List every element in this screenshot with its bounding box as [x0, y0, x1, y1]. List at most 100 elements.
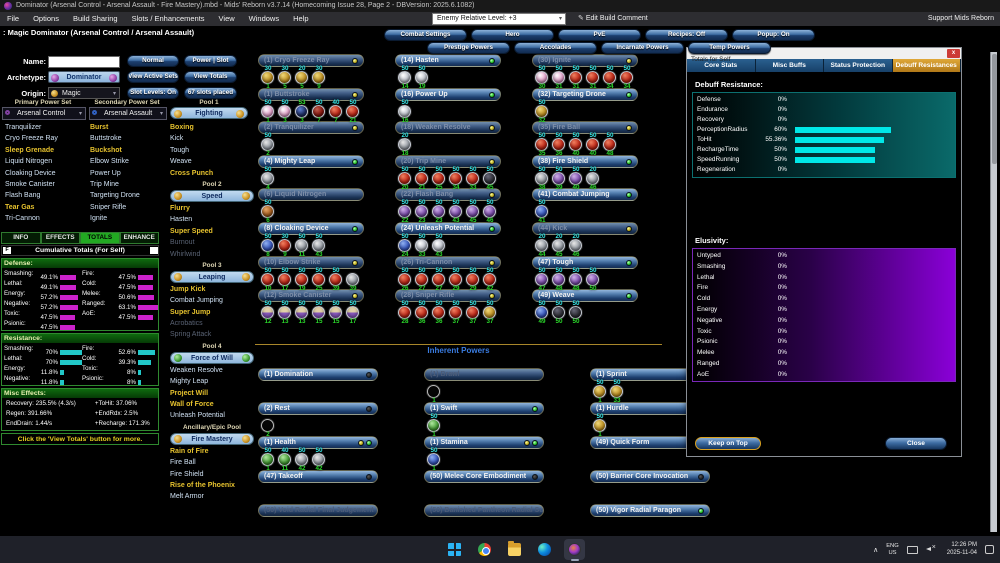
power-led-yellow[interactable] — [489, 293, 495, 299]
power-bar[interactable]: (2) Rest — [258, 402, 378, 415]
power-bar[interactable]: (50) Vigor Radial Paragon — [590, 504, 710, 517]
enh-slot[interactable]: 5036 — [431, 302, 448, 323]
power-led-green[interactable] — [698, 508, 704, 514]
enh-slot[interactable]: 5025 — [311, 269, 328, 290]
enh-slot[interactable]: 2046 — [585, 168, 602, 189]
power-item-sniper-rifle[interactable]: Sniper Rifle — [90, 202, 174, 213]
power-led-yellow[interactable] — [626, 226, 632, 232]
enh-slot[interactable]: 5030 — [534, 67, 551, 88]
chrome-button[interactable] — [474, 539, 495, 560]
power-led-yellow[interactable] — [489, 125, 495, 131]
power-led-green[interactable] — [352, 226, 358, 232]
power-38-fire-shield[interactable]: (38) Fire Shield5038503950402046 — [532, 155, 638, 188]
enh-slot[interactable]: 5019 — [294, 269, 311, 290]
power-item-melt-armor[interactable]: Melt Armor — [170, 491, 254, 502]
mids-reborn-taskbar-button[interactable] — [564, 539, 585, 560]
button-pve[interactable]: PvE — [558, 29, 641, 41]
power-slot-button[interactable]: Power | Slot — [184, 55, 237, 67]
power-49-weave[interactable]: (49) Weave504950505050 — [532, 289, 638, 322]
button-accolades[interactable]: Accolades — [514, 42, 597, 54]
enh-slot[interactable]: 5042 — [482, 269, 499, 290]
power-item-weave[interactable]: Weave — [170, 156, 254, 167]
enh-slot[interactable]: 5016 — [397, 101, 414, 122]
enh-slot[interactable]: 5010 — [260, 269, 277, 290]
enh-slot[interactable]: 5048 — [568, 269, 585, 290]
enh-slot[interactable]: 506 — [260, 201, 277, 222]
enh-slot[interactable]: 5034 — [448, 168, 465, 189]
enh-slot[interactable]: 5032 — [534, 101, 551, 122]
enh-slot[interactable]: 5033 — [414, 235, 431, 256]
power-item-cloaking-device[interactable]: Cloaking Device — [5, 168, 89, 179]
power-32-targeting-drone[interactable]: (32) Targeting Drone5032 — [532, 88, 638, 121]
power-item-smoke-canister[interactable]: Smoke Canister — [5, 179, 89, 190]
power-led-green[interactable] — [489, 226, 495, 232]
menu-slots-enhancements[interactable]: Slots / Enhancements — [125, 12, 212, 26]
power-item-fire-ball[interactable]: Fire Ball — [170, 457, 254, 468]
power-led-yellow[interactable] — [489, 260, 495, 266]
enh-slot[interactable]: 5033 — [609, 381, 626, 402]
view-totals-button[interactable]: View Totals — [184, 71, 237, 83]
enh-slot[interactable]: 5039 — [551, 168, 568, 189]
enh-slot[interactable]: 305 — [277, 67, 294, 88]
power-led-yellow[interactable] — [358, 440, 364, 446]
power-bar[interactable]: (50) Barrier Core Invocation — [590, 470, 710, 483]
menu-windows[interactable]: Windows — [242, 12, 286, 26]
view-active-sets-button[interactable]: View Active Sets — [127, 71, 179, 83]
power-item-weaken-resolve[interactable]: Weaken Resolve — [170, 365, 254, 376]
menu-file[interactable]: File — [0, 12, 26, 26]
enh-slot[interactable]: 5034 — [619, 67, 636, 88]
power-led-dark[interactable] — [366, 474, 372, 480]
enh-slot[interactable]: 5019 — [414, 67, 431, 88]
power-1-swift[interactable]: (1) Swift501 — [424, 402, 544, 435]
enh-slot[interactable]: 5025 — [431, 168, 448, 189]
button-temp-powers[interactable]: Temp Powers — [688, 42, 771, 54]
power-bar[interactable]: (50) Void Radial Final Judgement — [258, 504, 378, 517]
enh-slot[interactable]: 5040 — [568, 168, 585, 189]
menu-help[interactable]: Help — [286, 12, 315, 26]
enh-slot[interactable]: 501 — [260, 101, 277, 122]
pool-select-leaping[interactable]: Leaping — [170, 271, 254, 283]
power-led-green[interactable] — [489, 92, 495, 98]
enh-slot[interactable]: 5029 — [448, 269, 465, 290]
power-24-unleash-potential[interactable]: (24) Unleash Potential502450335043 — [395, 222, 501, 255]
pool1-select[interactable]: Fighting — [170, 107, 248, 119]
power-item-tough[interactable]: Tough — [170, 145, 254, 156]
normal-button[interactable]: Normal — [127, 55, 179, 67]
power-41-combat-jumping[interactable]: (41) Combat Jumping5041 — [532, 188, 638, 221]
enh-slot[interactable]: 5033 — [465, 168, 482, 189]
power-led-green[interactable] — [626, 192, 632, 198]
enh-slot[interactable]: 5045 — [465, 201, 482, 222]
power-bar[interactable]: (1) Swift — [424, 402, 544, 415]
power-item-cryo-freeze-ray[interactable]: Cryo Freeze Ray — [5, 133, 89, 144]
power-20-trip-mine[interactable]: (20) Trip Mine502050215025503450335045 — [395, 155, 501, 188]
volume-muted-icon[interactable] — [926, 545, 939, 555]
enh-slot[interactable]: 301 — [260, 67, 277, 88]
enh-slot[interactable]: 5049 — [534, 302, 551, 323]
touch-keyboard-icon[interactable] — [907, 546, 918, 554]
power-item-cross-punch[interactable]: Cross Punch — [170, 168, 254, 179]
power-50-banished-pantheon-radial-superio[interactable]: (50) Banished Pantheon Radial Superio — [424, 504, 544, 537]
enh-slot[interactable]: 5014 — [397, 67, 414, 88]
origin-select[interactable]: Magic — [48, 87, 120, 99]
power-item-mighty-leap[interactable]: Mighty Leap — [170, 376, 254, 387]
primary-set-select[interactable]: Arsenal Control — [2, 107, 86, 120]
enh-slot[interactable]: 501 — [260, 449, 277, 470]
enh-slot[interactable]: 5017 — [345, 302, 362, 323]
enh-slot[interactable]: 5026 — [397, 269, 414, 290]
enh-slot[interactable]: 501 — [592, 381, 609, 402]
power-item-ignite[interactable]: Ignite — [90, 213, 174, 224]
scrollbar[interactable] — [990, 52, 997, 532]
enh-slot[interactable]: 5043 — [311, 235, 328, 256]
file-explorer-button[interactable] — [504, 539, 525, 560]
power-50-melee-core-embodiment[interactable]: (50) Melee Core Embodiment — [424, 470, 544, 503]
power-1-domination[interactable]: (1) Domination — [258, 368, 378, 401]
power-led-green[interactable] — [366, 440, 372, 446]
e-button[interactable] — [150, 247, 158, 254]
menu-view[interactable]: View — [212, 12, 242, 26]
power-item-burnout[interactable]: Burnout — [170, 237, 254, 248]
power-8-cloaking-device[interactable]: (8) Cloaking Device50830950115043 — [258, 222, 364, 255]
power-4-mighty-leap[interactable]: (4) Mighty Leap504 — [258, 155, 364, 188]
power-50-vigor-radial-paragon[interactable]: (50) Vigor Radial Paragon — [590, 504, 710, 537]
enh-slot[interactable]: 5037 — [482, 302, 499, 323]
power-44-kick[interactable]: (44) Kick204420452046 — [532, 222, 638, 255]
